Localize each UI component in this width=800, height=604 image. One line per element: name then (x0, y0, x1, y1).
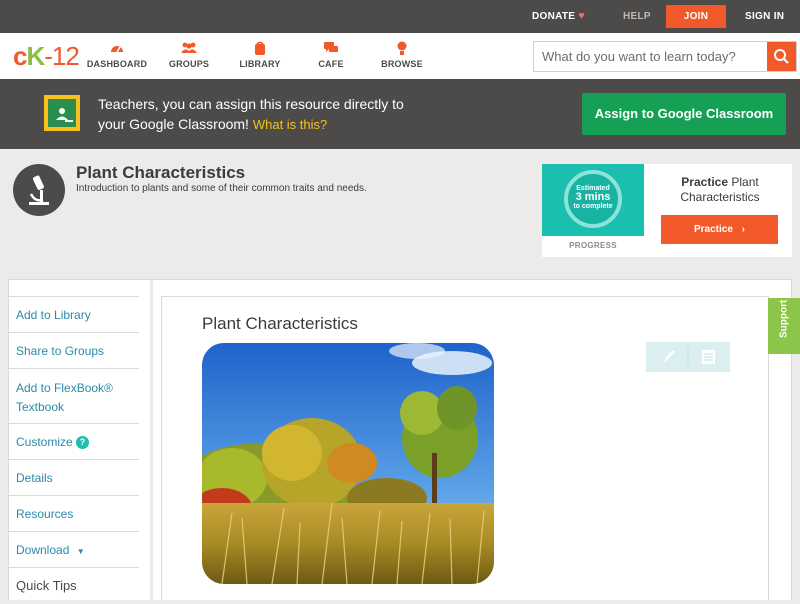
sign-in-link[interactable]: SIGN IN (745, 0, 784, 33)
google-classroom-banner: Teachers, you can assign this resource d… (0, 79, 800, 149)
groups-icon (154, 41, 224, 57)
resource-sidebar: Add to Library Share to Groups Add to Fl… (8, 296, 139, 603)
classroom-message-line1: Teachers, you can assign this resource d… (98, 96, 404, 112)
browse-icon (367, 41, 437, 57)
nav-library-label: LIBRARY (239, 59, 281, 69)
practice-button[interactable]: Practice › (661, 215, 778, 244)
practice-card: Estimated 3 mins to complete PROGRESS Pr… (542, 164, 792, 257)
logo-12: -12 (44, 41, 80, 71)
library-icon (225, 41, 295, 57)
heart-icon: ♥ (578, 10, 586, 22)
chevron-right-icon: › (741, 224, 746, 235)
google-classroom-icon (44, 95, 80, 131)
nav-library[interactable]: LIBRARY (225, 41, 295, 69)
page-title: Plant Characteristics (76, 163, 246, 182)
support-label: Support (778, 299, 790, 338)
sidebar-item-details[interactable]: Details (8, 459, 139, 495)
microscope-icon (13, 164, 65, 216)
classroom-message: Teachers, you can assign this resource d… (98, 94, 538, 135)
dashboard-icon (82, 41, 152, 57)
article-title: Plant Characteristics (202, 314, 358, 333)
sidebar-item-add-to-flexbook[interactable]: Add to FlexBook® Textbook (8, 368, 139, 423)
estimate-complete: to complete (573, 203, 613, 210)
customize-label: Customize (16, 435, 73, 449)
logo-k: K (26, 41, 45, 71)
search-button[interactable] (767, 42, 796, 71)
nav-groups-label: GROUPS (168, 59, 210, 69)
download-label: Download (16, 543, 70, 557)
nav-cafe-label: CAFE (318, 59, 344, 69)
content-divider (150, 280, 153, 600)
help-circle-icon[interactable]: ? (76, 436, 90, 449)
logo-c: c (13, 41, 28, 71)
main-nav: cK-12 DASHBOARD GROUPS LIBRARY CAFE BROW… (0, 33, 800, 79)
support-tab[interactable]: Support (768, 298, 800, 354)
classroom-message-line2: your Google Classroom! (98, 116, 249, 132)
sidebar-item-share-to-groups[interactable]: Share to Groups (8, 332, 139, 368)
cafe-icon (296, 41, 366, 57)
search-input[interactable] (534, 42, 768, 71)
what-is-this-link[interactable]: What is this? (253, 117, 327, 132)
progress-label: PROGRESS (569, 241, 617, 250)
top-utility-bar: DONATE ♥ HELP JOIN SIGN IN (0, 0, 800, 33)
practice-title-bold: Practice (681, 175, 728, 189)
sidebar-item-add-to-library[interactable]: Add to Library (8, 296, 139, 332)
nav-browse-label: BROWSE (381, 59, 423, 69)
practice-title: Practice Plant Characteristics (658, 175, 782, 205)
notes-icon[interactable] (702, 350, 715, 364)
page-description: Introduction to plants and some of their… (76, 183, 367, 194)
help-link[interactable]: HELP (623, 0, 651, 33)
sidebar-item-download[interactable]: Download ▼ (8, 531, 139, 567)
pencil-icon[interactable] (664, 350, 675, 363)
join-button[interactable]: JOIN (666, 5, 726, 28)
quick-tips-heading: Quick Tips (8, 567, 139, 603)
plant-photo (202, 343, 494, 584)
assign-google-classroom-button[interactable]: Assign to Google Classroom (582, 93, 786, 135)
nav-browse[interactable]: BROWSE (367, 41, 437, 69)
practice-button-label: Practice (693, 224, 733, 235)
nav-dashboard-label: DASHBOARD (86, 59, 148, 69)
annotation-tools (646, 342, 730, 372)
estimate-text: Estimated 3 mins to complete (568, 184, 618, 211)
search-icon (774, 49, 789, 64)
progress-tile[interactable]: Estimated 3 mins to complete (542, 164, 644, 236)
ck12-logo[interactable]: cK-12 (13, 41, 80, 71)
sidebar-item-customize[interactable]: Customize ? (8, 423, 139, 459)
caret-down-icon: ▼ (76, 547, 85, 556)
nav-cafe[interactable]: CAFE (296, 41, 366, 69)
donate-link[interactable]: DONATE ♥ (532, 0, 585, 33)
estimate-mins: 3 mins (575, 191, 611, 203)
nav-groups[interactable]: GROUPS (154, 41, 224, 69)
nav-dashboard[interactable]: DASHBOARD (82, 41, 152, 69)
search-box (533, 41, 797, 72)
donate-label: DONATE (532, 11, 576, 22)
sidebar-item-resources[interactable]: Resources (8, 495, 139, 531)
